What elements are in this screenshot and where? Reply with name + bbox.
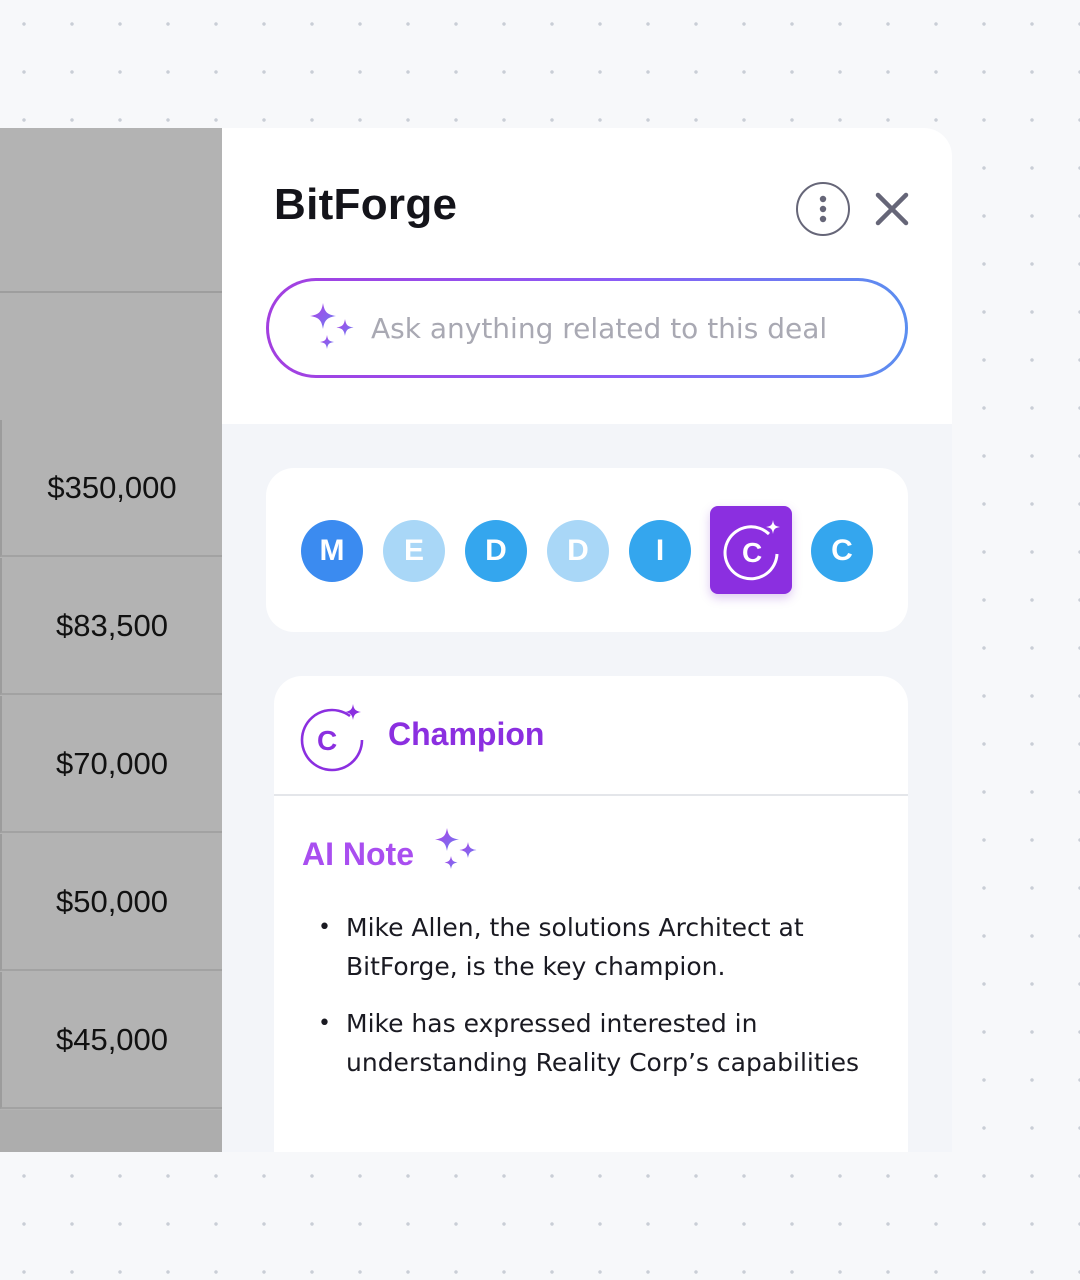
table-top-row: [0, 128, 222, 293]
table-cell-amount: $45,000: [0, 972, 222, 1109]
close-icon: [875, 192, 909, 226]
meddic-decision-criteria[interactable]: D: [465, 520, 527, 582]
sparkle-icon: [310, 303, 354, 349]
list-item: Mike Allen, the solutions Architect at B…: [318, 908, 878, 986]
meddic-economic-buyer[interactable]: E: [383, 520, 445, 582]
meddic-champion-active[interactable]: C: [710, 506, 792, 594]
panel-header: BitForge: [222, 128, 952, 424]
ask-ai-input[interactable]: [369, 310, 853, 346]
close-button[interactable]: [872, 186, 912, 232]
champion-title: Champion: [388, 716, 545, 752]
champion-card: C Champion AI Note Mike Allen, the solut…: [274, 676, 908, 1152]
ai-note-title: AI Note: [302, 836, 414, 872]
champion-icon-letter: C: [317, 725, 337, 756]
sparkle-icon: [435, 828, 477, 869]
table-header-row: [0, 293, 222, 420]
table-cell-amount: $350,000: [0, 420, 222, 557]
list-item: Mike has expressed interested in underst…: [318, 1004, 878, 1082]
meddic-competition[interactable]: C: [811, 520, 873, 582]
champion-c-sparkle-icon: C: [723, 520, 780, 581]
ask-ai-box[interactable]: [266, 278, 908, 378]
meddic-active-letter: C: [742, 537, 762, 568]
meddic-decision-process[interactable]: D: [547, 520, 609, 582]
more-vertical-icon: [819, 195, 827, 223]
ask-ai-inner: [269, 281, 905, 375]
deal-panel: BitForge Ask anything related to this de…: [222, 128, 952, 1152]
table-cell-amount: $50,000: [0, 834, 222, 971]
ai-note-list: Mike Allen, the solutions Architect at B…: [318, 908, 878, 1100]
deal-title: BitForge: [274, 180, 458, 229]
table-cell-amount: $70,000: [0, 696, 222, 833]
meddic-metrics[interactable]: M: [301, 520, 363, 582]
table-footer: [0, 1110, 222, 1152]
table-cell-amount: $83,500: [0, 558, 222, 695]
champion-c-sparkle-icon: C: [300, 704, 364, 772]
more-options-button[interactable]: [796, 182, 850, 236]
champion-header: C Champion: [274, 676, 908, 796]
meddic-identify-pain[interactable]: I: [629, 520, 691, 582]
deals-table: $350,000 $83,500 $70,000 $50,000 $45,000: [0, 128, 222, 1152]
meddic-strip: M E D D I C C: [266, 468, 908, 632]
